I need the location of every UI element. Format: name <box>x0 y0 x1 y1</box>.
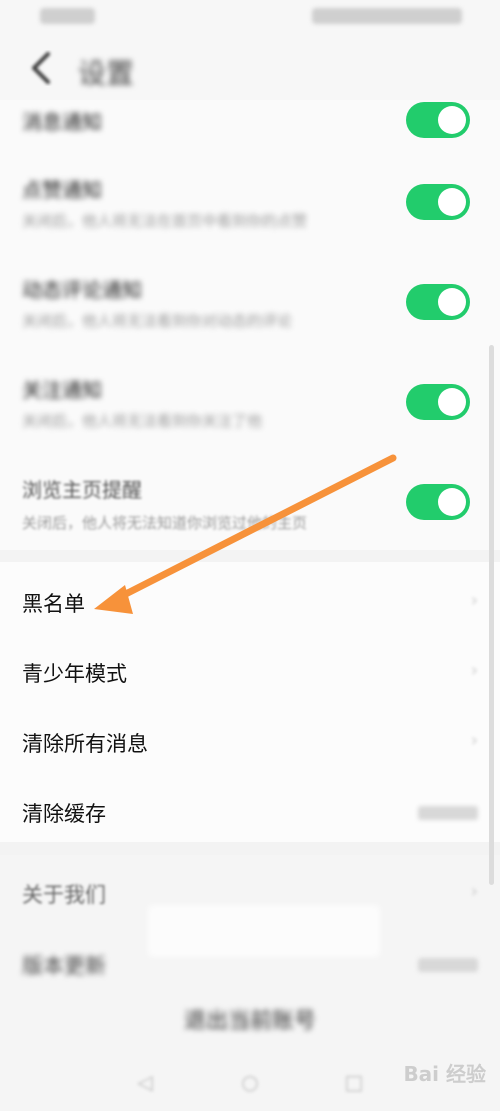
follow-notify-toggle[interactable] <box>406 384 470 420</box>
menu-item-blacklist[interactable]: 黑名单 › <box>0 562 500 632</box>
nav-home-icon[interactable]: ○ <box>237 1070 263 1096</box>
baidu-watermark: Bai 经验 <box>403 1062 486 1086</box>
menu-item-clear-cache[interactable]: 清除缓存 <box>0 772 500 842</box>
menu-card: 黑名单 › 青少年模式 › 清除所有消息 › 清除缓存 <box>0 562 500 842</box>
toggle-title: 动态评论通知 <box>22 278 142 302</box>
toggle-title: 消息通知 <box>22 110 102 134</box>
toggle-title: 关注通知 <box>22 378 102 402</box>
chevron-right-icon: › <box>470 881 478 902</box>
page-title: 设置 <box>78 57 135 90</box>
header: 设置 <box>0 36 500 100</box>
status-bar <box>0 0 500 36</box>
toggle-title: 点赞通知 <box>22 178 102 202</box>
cache-size-value <box>418 806 478 820</box>
menu-label: 关于我们 <box>22 883 106 907</box>
menu-label: 版本更新 <box>22 954 106 978</box>
watermark-overlay <box>148 905 380 957</box>
like-notify-toggle[interactable] <box>406 184 470 220</box>
toggle-row-browse: 浏览主页提醒 关闭后，他人将无法知道你浏览过他的主页 <box>0 470 500 540</box>
toggle-row-follow: 关注通知 关闭后，他人将无法看到你关注了他 <box>0 370 500 440</box>
back-chevron-icon[interactable] <box>24 50 60 86</box>
menu-label: 青少年模式 <box>22 662 127 686</box>
toggle-row-like: 点赞通知 关闭后，他人将无法在首页中看到你的点赞 <box>0 170 500 240</box>
version-value <box>418 958 478 972</box>
nav-back-icon[interactable]: ◁ <box>132 1070 158 1096</box>
chevron-right-icon: › <box>470 730 478 751</box>
status-time <box>40 8 95 24</box>
toggle-subtitle: 关闭后，他人将无法看到你关注了他 <box>22 412 263 430</box>
menu-label: 黑名单 <box>22 592 85 616</box>
browse-homepage-toggle[interactable] <box>406 484 470 520</box>
nav-recent-icon[interactable]: □ <box>341 1070 367 1096</box>
comment-notify-toggle[interactable] <box>406 284 470 320</box>
toggle-row-message: 消息通知 <box>0 100 500 140</box>
logout-button[interactable]: 退出当前账号 <box>0 1003 500 1035</box>
toggle-title: 浏览主页提醒 <box>22 478 142 502</box>
message-notify-toggle[interactable] <box>406 102 470 138</box>
scrollbar[interactable] <box>489 345 494 885</box>
toggle-subtitle: 关闭后，他人将无法看到你对动态的评论 <box>22 312 293 330</box>
menu-label: 清除缓存 <box>22 802 106 826</box>
menu-item-clear-messages[interactable]: 清除所有消息 › <box>0 702 500 772</box>
toggle-subtitle: 关闭后，他人将无法知道你浏览过他的主页 <box>22 514 308 532</box>
notification-settings-card: 消息通知 点赞通知 关闭后，他人将无法在首页中看到你的点赞 动态评论通知 关闭后… <box>0 100 500 550</box>
toggle-subtitle: 关闭后，他人将无法在首页中看到你的点赞 <box>22 212 308 230</box>
chevron-right-icon: › <box>470 590 478 611</box>
menu-item-teen-mode[interactable]: 青少年模式 › <box>0 632 500 702</box>
chevron-right-icon: › <box>470 660 478 681</box>
toggle-row-comment: 动态评论通知 关闭后，他人将无法看到你对动态的评论 <box>0 270 500 340</box>
status-indicators <box>312 8 462 24</box>
menu-label: 清除所有消息 <box>22 732 148 756</box>
